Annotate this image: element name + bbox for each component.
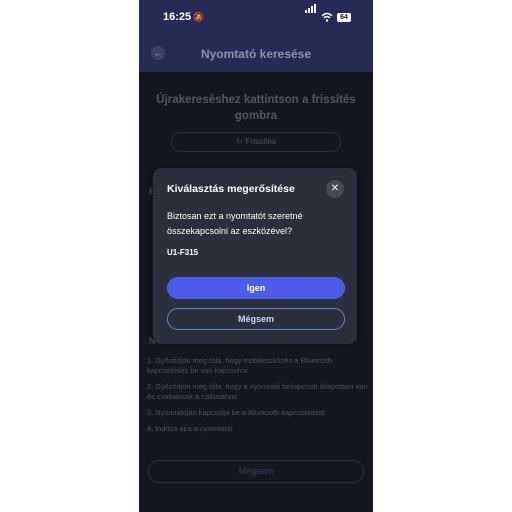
wifi-icon <box>321 12 333 22</box>
confirm-dialog: Kiválasztás megerősítése ✕ Biztosan ezt … <box>153 168 357 344</box>
dialog-title: Kiválasztás megerősítése <box>167 183 295 195</box>
page-title: Nyomtató keresése <box>200 47 312 61</box>
dialog-cancel-button[interactable]: Mégsem <box>167 308 345 330</box>
close-icon[interactable]: ✕ <box>326 180 344 198</box>
bell-muted-icon: 🔕 <box>193 12 205 22</box>
device-code: U1-F315 <box>167 248 199 257</box>
app-header: ← Nyomtató keresése <box>139 36 373 72</box>
dialog-message: Biztosan ezt a nyomtatót szeretné összek… <box>167 211 303 236</box>
status-time: 16:25 <box>163 11 192 23</box>
battery-icon: 64 <box>337 13 351 22</box>
status-bar: 16:25 🔕 64 <box>139 0 373 36</box>
phone-screen: 16:25 🔕 64 ← Nyomtató keresése Újrakeres… <box>139 0 373 512</box>
confirm-button[interactable]: Igen <box>167 277 345 299</box>
